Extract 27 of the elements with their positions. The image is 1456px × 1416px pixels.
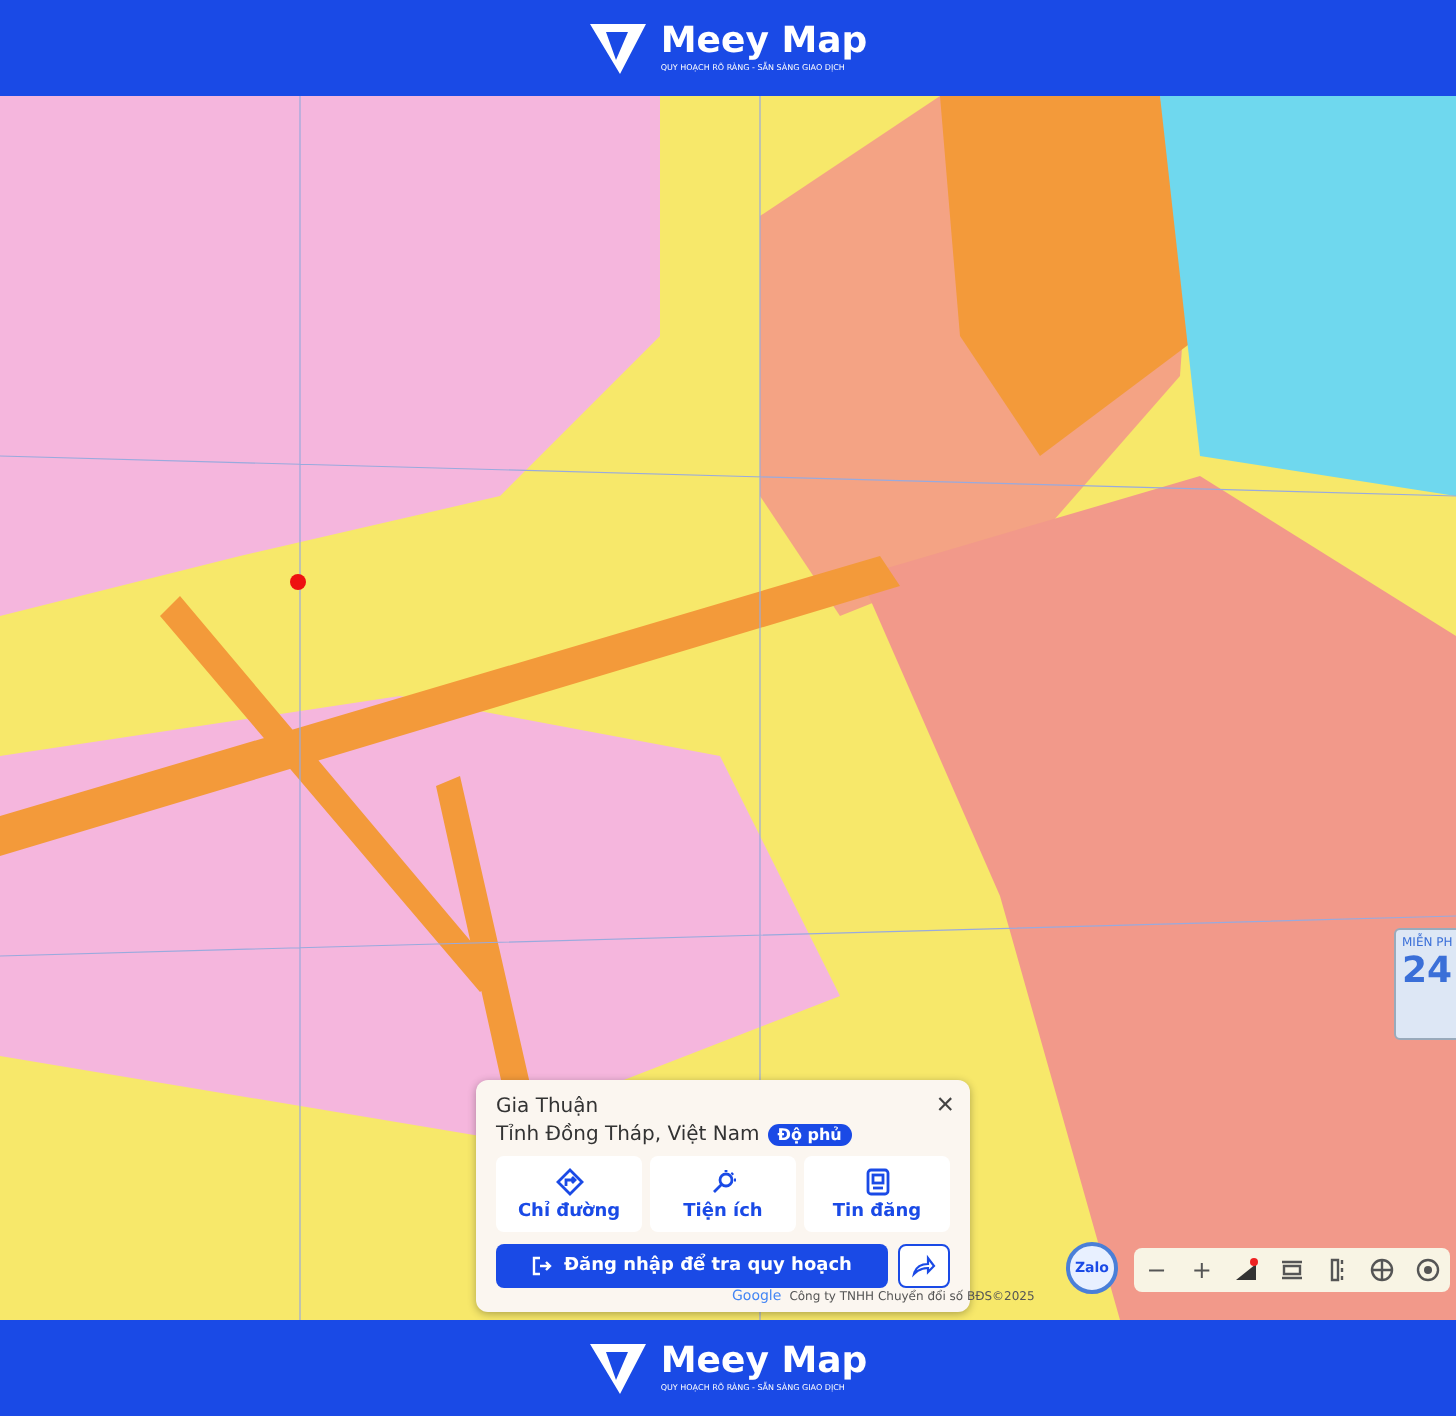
place-subtitle: Tỉnh Đồng Tháp, Việt Nam [496, 1124, 760, 1146]
locate-icon [1415, 1258, 1440, 1282]
zoom-in-button[interactable]: + [1185, 1254, 1218, 1286]
globe-button[interactable] [1366, 1254, 1399, 1286]
place-title: Gia Thuận [496, 1096, 599, 1118]
globe-icon [1370, 1258, 1395, 1282]
share-button[interactable] [898, 1244, 950, 1288]
action-button[interactable]: Tin đăng [804, 1156, 950, 1232]
action-button[interactable]: Chỉ đường [496, 1156, 642, 1232]
coverage-badge[interactable]: Độ phủ [767, 1124, 852, 1146]
logo-icon [588, 1340, 649, 1396]
brand-name: Meey Map [660, 22, 868, 62]
sparkle-icon [709, 1167, 737, 1195]
brand-name: Meey Map [660, 1342, 868, 1382]
locate-button[interactable] [1411, 1254, 1444, 1286]
action-button[interactable]: Tiện ích [650, 1156, 796, 1232]
logo-icon [588, 20, 649, 76]
share-icon [912, 1254, 936, 1278]
zoom-out-button[interactable]: − [1140, 1254, 1173, 1286]
promo-number: 24 [1402, 954, 1453, 990]
layers-icon [1234, 1258, 1259, 1282]
login-button[interactable]: Đăng nhập để tra quy hoạch [496, 1244, 888, 1288]
diamond-arrow-icon [555, 1167, 583, 1195]
login-icon [532, 1256, 553, 1276]
close-button[interactable]: × [936, 1088, 954, 1122]
split-icon [1279, 1258, 1304, 1282]
document-icon [863, 1167, 891, 1195]
